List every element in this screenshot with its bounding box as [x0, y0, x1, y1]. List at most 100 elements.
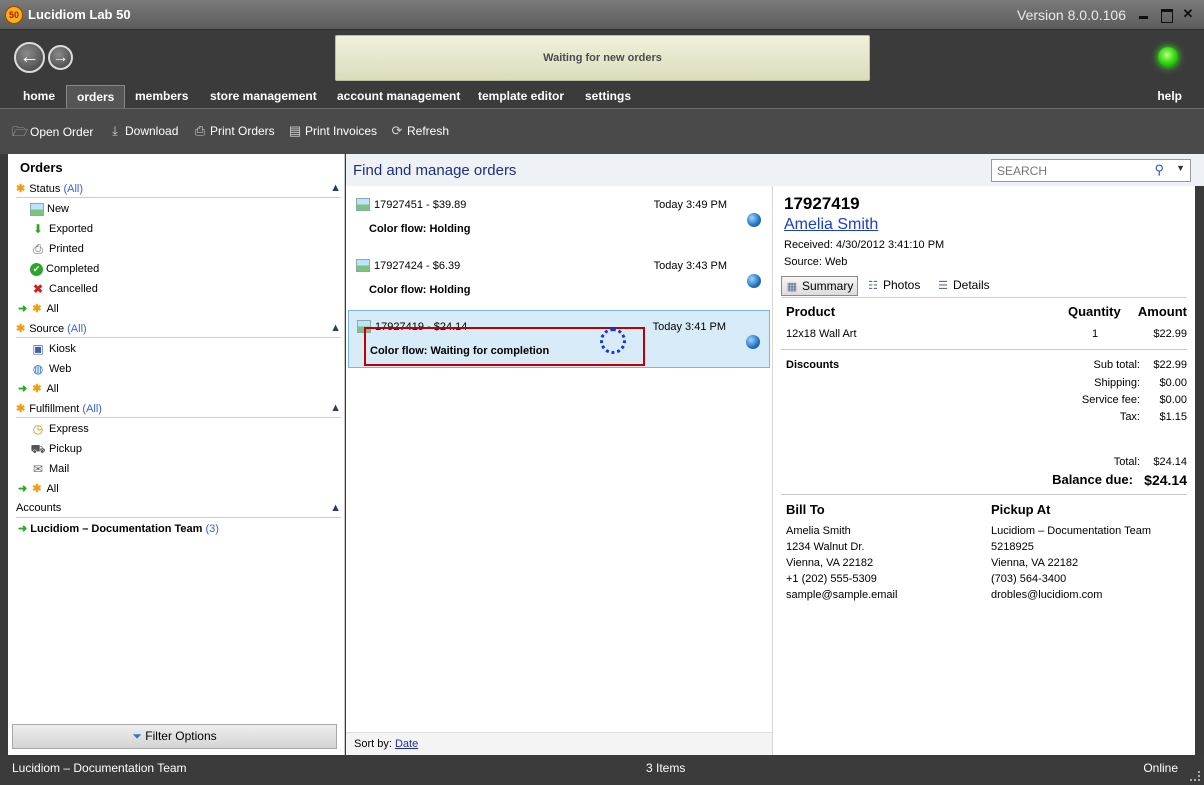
- filter-status-all[interactable]: ➜ ✱ All: [18, 302, 59, 315]
- filter-fulfillment-mail[interactable]: ✉ Mail: [30, 461, 69, 479]
- document-icon: ▤: [288, 123, 302, 138]
- detail-tabs: ▦ Summary ☷ Photos ☰ Details: [781, 276, 1187, 298]
- filter-fulfillment-mail-label: Mail: [49, 463, 70, 475]
- resize-grip-icon[interactable]: [1190, 771, 1200, 781]
- source-all-link[interactable]: (All): [67, 323, 87, 335]
- check-icon: ✔: [30, 262, 43, 276]
- refresh-label: Refresh: [407, 124, 450, 138]
- pickup-at-line: drobles@lucidiom.com: [991, 589, 1103, 601]
- order-card[interactable]: 17927451 - $39.89 Today 3:49 PM Color fl…: [348, 189, 770, 247]
- filter-fulfillment-all[interactable]: ➜ ✱ All: [18, 482, 59, 495]
- chevron-down-icon[interactable]: ▼: [1176, 163, 1185, 173]
- total-value: $24.14: [1153, 456, 1187, 468]
- header: ← → Waiting for new orders home orders m…: [0, 30, 1204, 108]
- account-item[interactable]: ➜ Lucidiom – Documentation Team (3): [18, 522, 219, 535]
- tab-home[interactable]: home: [13, 85, 65, 108]
- collapse-icon[interactable]: ▲: [330, 502, 341, 514]
- tab-details[interactable]: ☰ Details: [933, 276, 994, 296]
- subtotal-label: Sub total:: [1093, 359, 1140, 371]
- connection-status-icon: [1158, 47, 1178, 67]
- search-box[interactable]: ⚲ ▼: [991, 159, 1191, 182]
- service-fee-value: $0.00: [1159, 394, 1187, 406]
- arrow-right-icon: ➜: [18, 523, 28, 535]
- folder-icon: 🗁: [12, 124, 29, 139]
- summary-icon: ▦: [786, 281, 798, 293]
- bill-to-line: Vienna, VA 22182: [786, 557, 874, 569]
- download-icon: ⤓: [112, 123, 118, 138]
- filter-source-web[interactable]: ◍ Web: [30, 361, 72, 379]
- status-message: Waiting for new orders: [335, 35, 870, 81]
- tab-store-management[interactable]: store management: [200, 85, 327, 108]
- star-icon: ✱: [32, 383, 42, 395]
- star-icon: ✱: [16, 323, 26, 335]
- tab-members[interactable]: members: [125, 85, 198, 108]
- back-button[interactable]: ←: [14, 42, 45, 73]
- order-detail-panel: 17927419 Amelia Smith Received: 4/30/201…: [772, 186, 1195, 755]
- open-order-button[interactable]: 🗁 Open Order: [12, 123, 93, 145]
- source-section-header[interactable]: ✱ Source (All) ▲: [16, 322, 341, 338]
- search-input[interactable]: [992, 160, 1142, 181]
- globe-icon: [747, 213, 761, 227]
- print-orders-label: Print Orders: [210, 124, 275, 138]
- filter-icon: ⏷: [132, 729, 142, 743]
- maximize-button[interactable]: [1159, 7, 1173, 23]
- filter-source-kiosk-label: Kiosk: [49, 343, 76, 355]
- shipping-value: $0.00: [1159, 377, 1187, 389]
- tab-template-editor[interactable]: template editor: [468, 85, 574, 108]
- status-section-header[interactable]: ✱ Status (All) ▲: [16, 182, 341, 198]
- account-count: (3): [205, 523, 219, 535]
- tab-summary[interactable]: ▦ Summary: [781, 276, 859, 296]
- balance-due-label: Balance due:: [1052, 472, 1133, 487]
- sort-date-link[interactable]: Date: [395, 738, 418, 750]
- status-all-link[interactable]: (All): [63, 183, 83, 195]
- filter-source-all[interactable]: ➜ ✱ All: [18, 382, 59, 395]
- filter-status-new[interactable]: New: [30, 201, 69, 219]
- accounts-section-label: Accounts: [16, 502, 62, 514]
- collapse-icon[interactable]: ▲: [330, 322, 341, 334]
- minimize-button[interactable]: [1137, 7, 1151, 21]
- customer-name-link[interactable]: Amelia Smith: [784, 216, 878, 234]
- source-section-label: Source: [29, 323, 65, 335]
- filter-status-printed[interactable]: ⎙ Printed: [30, 241, 84, 259]
- collapse-icon[interactable]: ▲: [330, 402, 341, 414]
- search-icon[interactable]: ⚲: [1154, 162, 1164, 178]
- print-orders-button[interactable]: ⎙ Print Orders: [192, 123, 275, 139]
- filter-fulfillment-express[interactable]: ◷ Express: [30, 421, 89, 439]
- collapse-icon[interactable]: ▲: [330, 182, 341, 194]
- order-flow: Color flow: Holding: [369, 284, 471, 296]
- tab-settings[interactable]: settings: [575, 85, 641, 108]
- arrow-right-icon: ➜: [18, 483, 28, 495]
- fulfillment-section-header[interactable]: ✱ Fulfillment (All) ▲: [16, 402, 341, 418]
- line-item-product: 12x18 Wall Art: [786, 328, 857, 340]
- refresh-button[interactable]: ⟳ Refresh: [389, 123, 449, 139]
- shipping-label: Shipping:: [1094, 377, 1140, 389]
- tab-orders[interactable]: orders: [66, 85, 126, 108]
- pickup-at-line: 5218925: [991, 541, 1034, 553]
- orders-panel: Find and manage orders ⚲ ▼ 17927451 - $3…: [346, 154, 1204, 755]
- filter-fulfillment-pickup[interactable]: ⛟ Pickup: [30, 441, 82, 459]
- filter-options-button[interactable]: ⏷ Filter Options: [12, 724, 337, 749]
- tab-account-management[interactable]: account management: [327, 85, 470, 108]
- forward-button[interactable]: →: [48, 45, 73, 70]
- accounts-section-header[interactable]: Accounts ▲: [16, 502, 341, 518]
- fulfillment-all-link[interactable]: (All): [82, 403, 102, 415]
- filter-fulfillment-pickup-label: Pickup: [49, 443, 83, 455]
- filter-fulfillment-express-label: Express: [49, 423, 89, 435]
- tab-photos[interactable]: ☷ Photos: [863, 276, 924, 296]
- product-header: Product: [786, 304, 836, 319]
- tab-photos-label: Photos: [883, 278, 921, 292]
- filter-source-kiosk[interactable]: ▣ Kiosk: [30, 341, 76, 359]
- download-button[interactable]: ⤓ Download: [107, 123, 178, 139]
- close-button[interactable]: ✕: [1181, 7, 1195, 21]
- print-invoices-button[interactable]: ▤ Print Invoices: [287, 123, 377, 139]
- order-card[interactable]: 17927424 - $6.39 Today 3:43 PM Color flo…: [348, 250, 770, 308]
- filter-status-completed[interactable]: ✔ Completed: [30, 261, 99, 279]
- tab-help[interactable]: help: [1147, 85, 1192, 108]
- line-item-quantity: 1: [1092, 328, 1099, 340]
- filter-status-cancelled[interactable]: ✖ Cancelled: [30, 281, 98, 299]
- star-icon: ✱: [32, 483, 42, 495]
- car-icon: ⛟: [30, 442, 46, 457]
- arrow-right-icon: ➜: [18, 303, 28, 315]
- kiosk-icon: ▣: [32, 342, 44, 357]
- filter-status-exported[interactable]: ⬇ Exported: [30, 221, 93, 239]
